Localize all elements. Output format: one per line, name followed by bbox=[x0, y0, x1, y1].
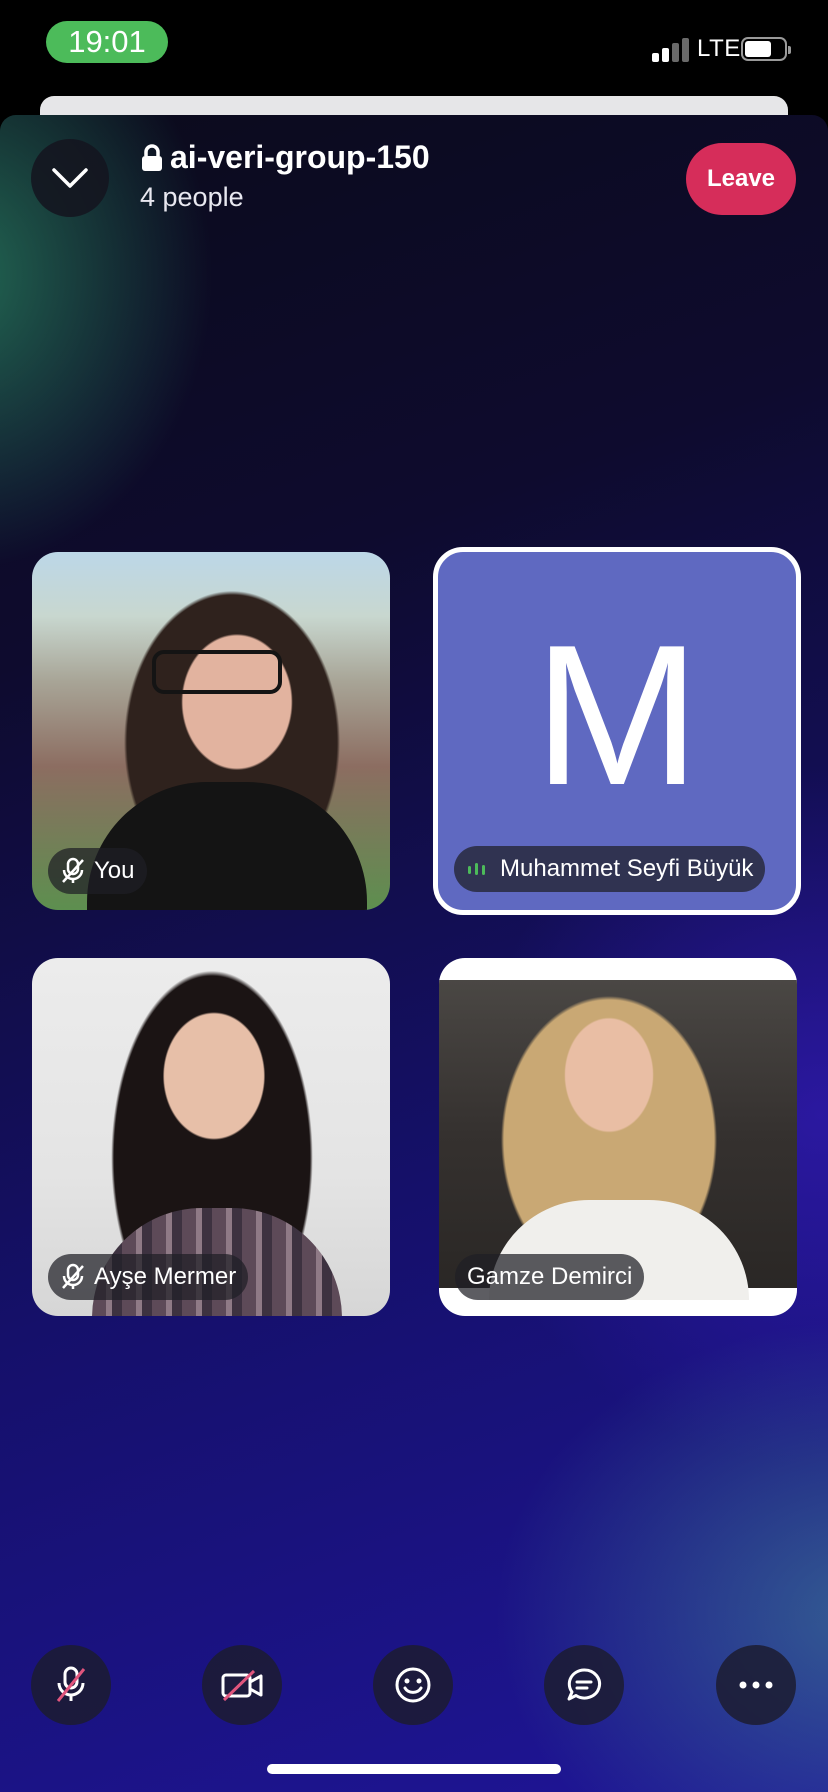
participant-tile[interactable]: Gamze Demirci bbox=[439, 958, 797, 1316]
cellular-signal-icon bbox=[652, 38, 690, 62]
battery-icon bbox=[741, 37, 791, 61]
lock-icon bbox=[142, 143, 162, 171]
participant-name: You bbox=[94, 857, 135, 884]
collapse-button[interactable] bbox=[31, 139, 109, 217]
participant-tile[interactable]: Ayşe Mermer bbox=[32, 958, 390, 1316]
participant-name-tag: Gamze Demirci bbox=[455, 1254, 645, 1300]
participant-name: Ayşe Mermer bbox=[94, 1263, 237, 1290]
speaking-indicator-icon bbox=[468, 863, 485, 875]
chat-button[interactable] bbox=[544, 1645, 624, 1725]
huddle-panel: ai-veri-group-150 4 people Leave You M M… bbox=[0, 115, 828, 1792]
room-title: ai-veri-group-150 bbox=[140, 139, 430, 176]
more-options-button[interactable] bbox=[716, 1645, 796, 1725]
camera-off-icon bbox=[221, 1669, 263, 1702]
network-type: LTE bbox=[697, 35, 741, 62]
more-icon bbox=[739, 1681, 773, 1689]
participant-tile-active-speaker[interactable]: M Muhammet Seyfi Büyük bbox=[433, 547, 801, 915]
mic-off-icon bbox=[62, 1263, 84, 1289]
home-indicator[interactable] bbox=[267, 1764, 561, 1774]
status-time: 19:01 bbox=[46, 21, 168, 63]
status-bar: 19:01 LTE bbox=[0, 0, 828, 100]
chevron-down-icon bbox=[52, 168, 88, 188]
reactions-button[interactable] bbox=[373, 1645, 453, 1725]
participant-name-tag: You bbox=[48, 848, 147, 894]
mic-off-icon bbox=[62, 857, 84, 883]
emoji-icon bbox=[395, 1667, 431, 1703]
mic-off-icon bbox=[56, 1666, 86, 1702]
participant-video bbox=[439, 980, 797, 1300]
leave-button[interactable]: Leave bbox=[686, 143, 796, 215]
room-name: ai-veri-group-150 bbox=[170, 139, 430, 175]
participant-tile[interactable]: You bbox=[32, 552, 390, 910]
mute-toggle-button[interactable] bbox=[31, 1645, 111, 1725]
people-count: 4 people bbox=[140, 182, 244, 212]
participant-name: Gamze Demirci bbox=[467, 1263, 633, 1290]
participant-name-tag: Muhammet Seyfi Büyük bbox=[454, 846, 766, 892]
participant-name: Muhammet Seyfi Büyük bbox=[500, 855, 754, 882]
chat-icon bbox=[567, 1668, 601, 1701]
video-toggle-button[interactable] bbox=[202, 1645, 282, 1725]
participant-name-tag: Ayşe Mermer bbox=[48, 1254, 249, 1300]
